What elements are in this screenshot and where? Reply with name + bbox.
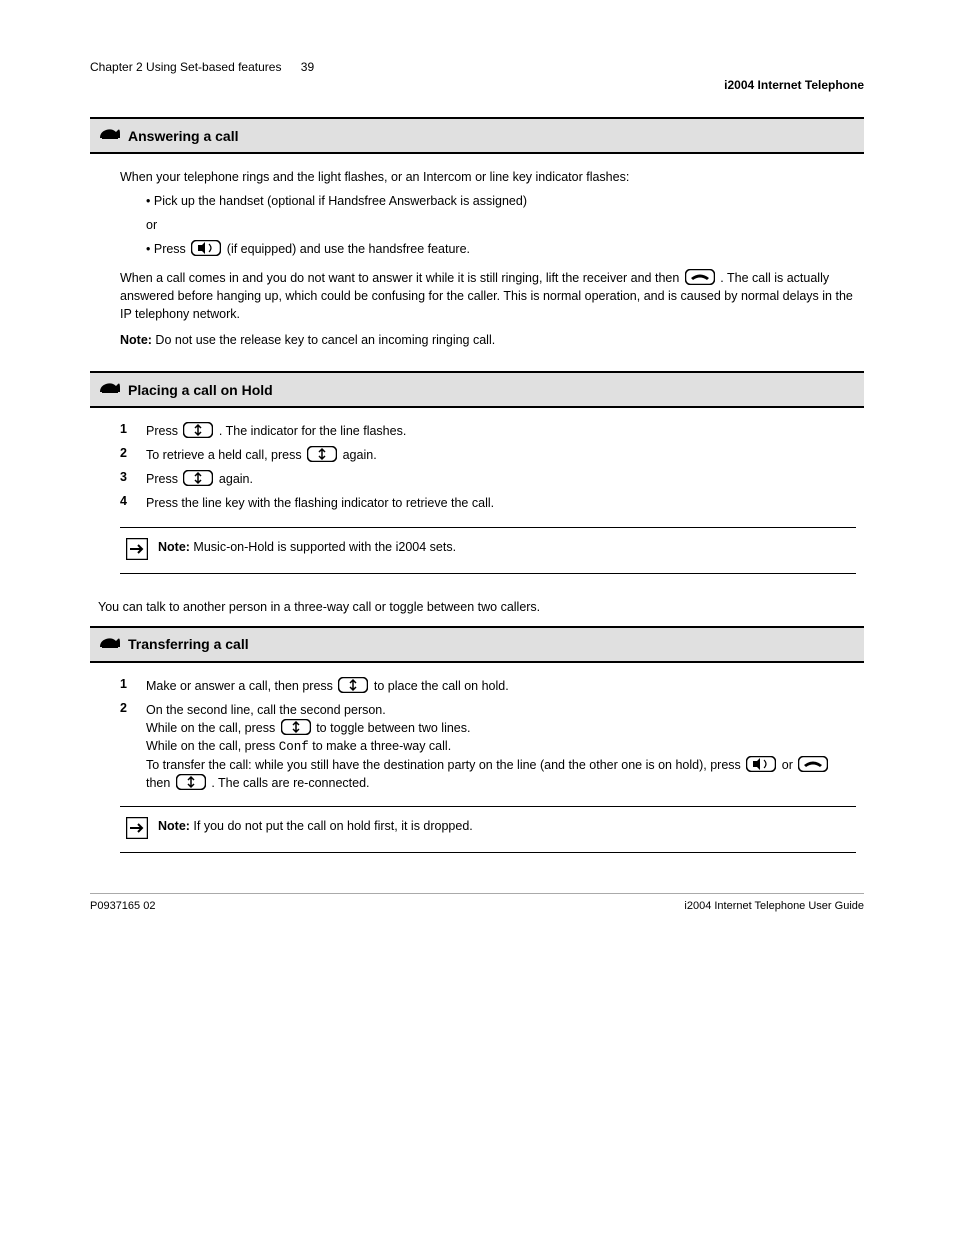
doc-title: i2004 Internet Telephone	[90, 78, 864, 92]
step-row: 2 To retrieve a held call, press again.	[120, 446, 856, 464]
section-header-transfer: Transferring a call	[90, 628, 864, 663]
note-block: Note: If you do not put the call on hold…	[120, 806, 856, 853]
step-row: 4 Press the line key with the flashing i…	[120, 494, 856, 512]
note-block: Note: Music-on-Hold is supported with th…	[120, 527, 856, 574]
phone-icon	[98, 124, 122, 147]
step-number: 1	[120, 422, 146, 436]
step-text: Press the line key with the flashing ind…	[146, 494, 856, 512]
section-hold: Placing a call on Hold 1 Press . The ind…	[90, 371, 864, 584]
step-number: 2	[120, 701, 146, 715]
section-header-answering: Answering a call	[90, 119, 864, 154]
section-answering: Answering a call When your telephone rin…	[90, 117, 864, 365]
chapter-text: Chapter 2 Using Set-based features	[90, 60, 281, 74]
bullet-b: • Press (if equipped) and use the handsf…	[146, 240, 856, 258]
after-text: When a call comes in and you do not want…	[120, 269, 856, 323]
step-row: 1 Make or answer a call, then press to p…	[120, 677, 856, 695]
section-body-hold: 1 Press . The indicator for the line fla…	[90, 408, 864, 584]
section1-note: Note: Do not use the release key to canc…	[120, 331, 856, 349]
or-line: or	[146, 216, 856, 234]
speaker-icon	[744, 758, 781, 772]
chapter-line: Chapter 2 Using Set-based features 39	[90, 60, 864, 74]
step-text: On the second line, call the second pers…	[146, 701, 856, 793]
release-icon	[796, 758, 830, 772]
step-number: 1	[120, 677, 146, 691]
step-row: 1 Press . The indicator for the line fla…	[120, 422, 856, 440]
hold-icon	[181, 424, 218, 438]
section-body-transfer: 1 Make or answer a call, then press to p…	[90, 663, 864, 864]
step-2c: While on the call, press Conf to make a …	[146, 737, 856, 756]
step-text: Make or answer a call, then press to pla…	[146, 677, 856, 695]
hold-icon	[305, 448, 342, 462]
page-container: Chapter 2 Using Set-based features 39 i2…	[0, 0, 954, 952]
phone-icon	[98, 378, 122, 401]
step-row: 3 Press again.	[120, 470, 856, 488]
step-text: Press again.	[146, 470, 856, 488]
hold-icon	[336, 679, 373, 693]
arrow-icon	[126, 817, 148, 842]
section-body-answering: When your telephone rings and the light …	[90, 154, 864, 365]
step-2b: While on the call, press to toggle betwe…	[146, 719, 856, 737]
section-transfer: Transferring a call 1 Make or answer a c…	[90, 626, 864, 864]
step-number: 2	[120, 446, 146, 460]
step-2d: To transfer the call: while you still ha…	[146, 756, 856, 792]
section-title: Answering a call	[128, 128, 238, 144]
step-text: To retrieve a held call, press again.	[146, 446, 856, 464]
note-text: Note: If you do not put the call on hold…	[158, 817, 850, 835]
hold-icon	[174, 776, 211, 790]
section-title: Transferring a call	[128, 636, 249, 652]
page-footer: P0937165 02 i2004 Internet Telephone Use…	[90, 893, 864, 912]
hold-icon	[279, 721, 316, 735]
section-header-hold: Placing a call on Hold	[90, 373, 864, 408]
bullet-a: Pick up the handset (optional if Handsfr…	[154, 194, 527, 208]
section-title: Placing a call on Hold	[128, 382, 273, 398]
intro-text: When your telephone rings and the light …	[120, 168, 856, 186]
footer-right: i2004 Internet Telephone User Guide	[684, 900, 864, 912]
step-text: Press . The indicator for the line flash…	[146, 422, 856, 440]
bullet-line: • Pick up the handset (optional if Hands…	[146, 192, 856, 210]
pre-transfer-text: You can talk to another person in a thre…	[90, 584, 864, 620]
phone-icon	[98, 633, 122, 656]
release-icon	[683, 271, 720, 285]
footer-left: P0937165 02	[90, 900, 155, 912]
step-row: 2 On the second line, call the second pe…	[120, 701, 856, 793]
step-number: 4	[120, 494, 146, 508]
arrow-icon	[126, 538, 148, 563]
hold-icon	[181, 472, 218, 486]
step-number: 3	[120, 470, 146, 484]
note-text: Note: Music-on-Hold is supported with th…	[158, 538, 850, 556]
page-number: 39	[295, 60, 314, 74]
speaker-icon	[189, 242, 226, 256]
